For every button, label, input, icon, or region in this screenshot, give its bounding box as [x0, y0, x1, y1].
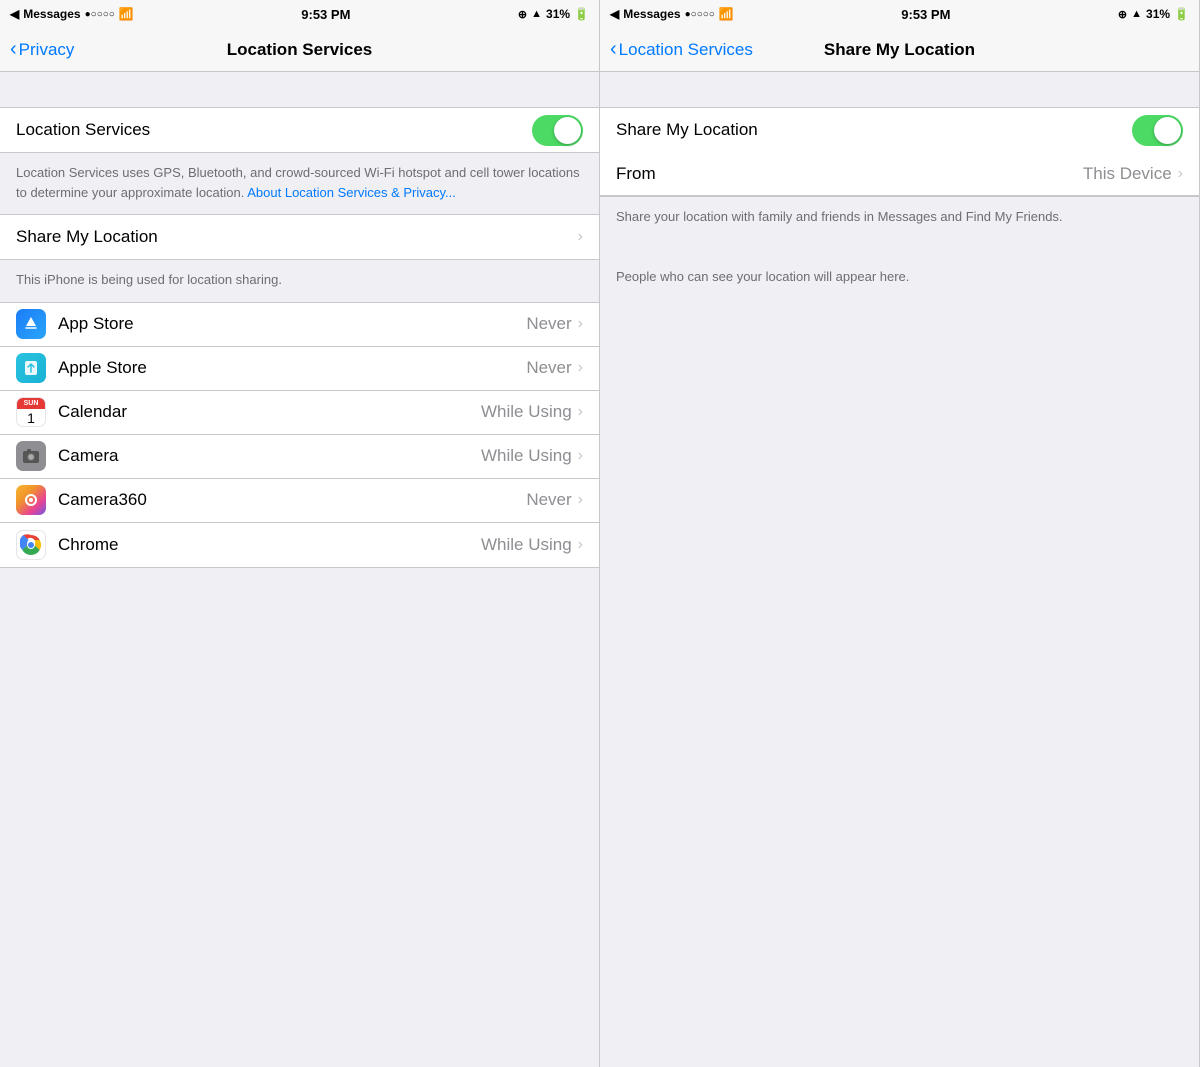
camera-icon [16, 441, 46, 471]
share-description: This iPhone is being used for location s… [0, 260, 599, 302]
status-bar-left: ◀ Messages ●○○○○ 📶 9:53 PM ⊕ ▲ 31% 🔋 [0, 0, 599, 28]
apps-list: App Store Never › Apple Store Never › [0, 302, 599, 568]
time-right: 9:53 PM [901, 7, 950, 22]
spacer-1 [0, 72, 599, 107]
battery-icon-right: 🔋 [1174, 7, 1189, 21]
nav-title-right: Share My Location [824, 40, 975, 60]
chrome-icon [16, 530, 46, 560]
nav-title-left: Location Services [227, 40, 373, 60]
appstore-icon [16, 309, 46, 339]
right-panel: ◀ Messages ●○○○○ 📶 9:53 PM ⊕ ▲ 31% 🔋 ‹ L… [600, 0, 1200, 1067]
share-location-chevron: › [578, 228, 583, 246]
right-spacer-1 [600, 72, 1199, 107]
from-label: From [616, 164, 1083, 184]
signal-left: ●○○○○ [85, 9, 115, 20]
gps-icon-right: ▲ [1131, 8, 1142, 20]
back-label-right: Location Services [619, 40, 753, 60]
applestore-value: Never [526, 358, 571, 378]
battery-pct-left: 31% [546, 7, 570, 21]
carrier-left: Messages [23, 7, 80, 21]
messages-icon-right: ◀ [610, 7, 619, 21]
share-my-location-toggle-row[interactable]: Share My Location [600, 108, 1199, 152]
status-right-left: ⊕ ▲ 31% 🔋 [518, 7, 589, 21]
people-description-text: People who can see your location will ap… [616, 269, 909, 284]
people-description: People who can see your location will ap… [600, 257, 1199, 299]
appstore-chevron: › [578, 315, 583, 333]
status-left-right: ◀ Messages ●○○○○ 📶 [610, 7, 734, 21]
camera-label: Camera [58, 446, 481, 466]
location-services-group: Location Services [0, 107, 599, 153]
nav-bar-left: ‹ Privacy Location Services [0, 28, 599, 72]
chrome-value: While Using [481, 535, 572, 555]
status-right-right: ⊕ ▲ 31% 🔋 [1118, 7, 1189, 21]
calendar-icon: SUN 1 [16, 397, 46, 427]
location-description: Location Services uses GPS, Bluetooth, a… [0, 153, 599, 214]
from-chevron: › [1178, 165, 1183, 183]
share-location-group: Share My Location › [0, 214, 599, 260]
back-chevron-right: ‹ [610, 39, 617, 59]
applestore-chevron: › [578, 359, 583, 377]
from-value: This Device [1083, 164, 1172, 184]
about-link[interactable]: About Location Services & Privacy... [247, 185, 456, 200]
calendar-chevron: › [578, 403, 583, 421]
applestore-icon [16, 353, 46, 383]
calendar-label: Calendar [58, 402, 481, 422]
toggle-knob [554, 117, 581, 144]
time-left: 9:53 PM [301, 7, 350, 22]
camera-value: While Using [481, 446, 572, 466]
share-my-location-toggle[interactable] [1132, 115, 1183, 146]
battery-icon-left: 🔋 [574, 7, 589, 21]
wifi-icon-right: 📶 [719, 7, 734, 21]
share-location-description: Share your location with family and frie… [600, 197, 1199, 239]
messages-icon-left: ◀ [10, 7, 19, 21]
camera360-chevron: › [578, 491, 583, 509]
camera360-value: Never [526, 490, 571, 510]
right-spacer-2 [600, 239, 1199, 257]
applestore-label: Apple Store [58, 358, 526, 378]
location-icon-right: ⊕ [1118, 8, 1127, 21]
location-services-label: Location Services [16, 120, 532, 140]
share-my-location-row[interactable]: Share My Location › [0, 215, 599, 259]
location-icon-left: ⊕ [518, 8, 527, 21]
appstore-value: Never [526, 314, 571, 334]
nav-bar-right: ‹ Location Services Share My Location [600, 28, 1199, 72]
signal-right: ●○○○○ [685, 9, 715, 20]
camera-chevron: › [578, 447, 583, 465]
from-row[interactable]: From This Device › [600, 152, 1199, 196]
camera360-label: Camera360 [58, 490, 526, 510]
share-location-description-text: Share your location with family and frie… [616, 209, 1063, 224]
share-description-text: This iPhone is being used for location s… [16, 272, 282, 287]
share-my-location-label: Share My Location [16, 227, 578, 247]
gps-icon-left: ▲ [531, 8, 542, 20]
location-services-row[interactable]: Location Services [0, 108, 599, 152]
right-content: Share My Location From This Device › Sha… [600, 72, 1199, 1067]
back-chevron-left: ‹ [10, 39, 17, 59]
camera360-icon [16, 485, 46, 515]
back-label-left: Privacy [19, 40, 75, 60]
status-left: ◀ Messages ●○○○○ 📶 [10, 7, 134, 21]
chrome-chevron: › [578, 536, 583, 554]
app-row-calendar[interactable]: SUN 1 Calendar While Using › [0, 391, 599, 435]
back-button-right[interactable]: ‹ Location Services [610, 40, 753, 60]
status-bar-right: ◀ Messages ●○○○○ 📶 9:53 PM ⊕ ▲ 31% 🔋 [600, 0, 1199, 28]
left-content: Location Services Location Services uses… [0, 72, 599, 1067]
share-toggle-knob [1154, 117, 1181, 144]
left-panel: ◀ Messages ●○○○○ 📶 9:53 PM ⊕ ▲ 31% 🔋 ‹ P… [0, 0, 600, 1067]
app-row-chrome[interactable]: Chrome While Using › [0, 523, 599, 567]
app-row-camera[interactable]: Camera While Using › [0, 435, 599, 479]
share-my-location-toggle-label: Share My Location [616, 120, 1132, 140]
back-button-left[interactable]: ‹ Privacy [10, 40, 74, 60]
app-row-camera360[interactable]: Camera360 Never › [0, 479, 599, 523]
battery-pct-right: 31% [1146, 7, 1170, 21]
chrome-label: Chrome [58, 535, 481, 555]
app-row-applestore[interactable]: Apple Store Never › [0, 347, 599, 391]
appstore-label: App Store [58, 314, 526, 334]
calendar-value: While Using [481, 402, 572, 422]
location-services-toggle[interactable] [532, 115, 583, 146]
share-location-toggle-group: Share My Location From This Device › [600, 107, 1199, 197]
carrier-right: Messages [623, 7, 680, 21]
wifi-icon-left: 📶 [119, 7, 134, 21]
app-row-appstore[interactable]: App Store Never › [0, 303, 599, 347]
